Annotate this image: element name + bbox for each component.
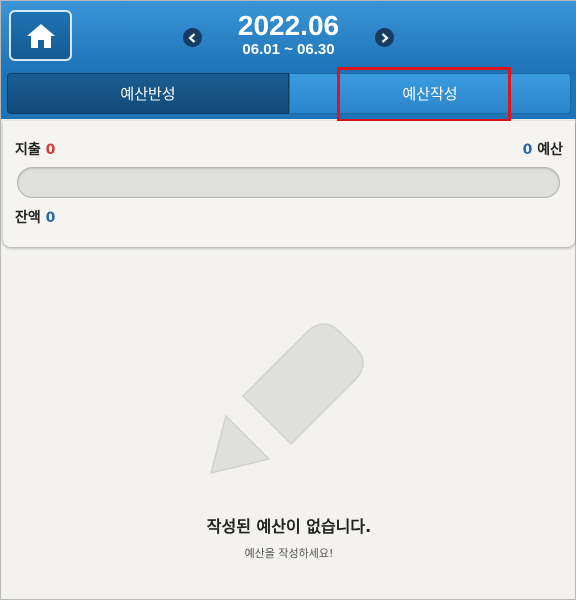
budget-row: 0 예산 (523, 139, 563, 159)
empty-state-title: 작성된 예산이 없습니다. (206, 517, 372, 536)
budget-label: 예산 (537, 142, 563, 158)
period-display: 2022.06 06.01 ~ 06.30 (206, 11, 371, 59)
home-icon (26, 23, 55, 48)
tab-budget-review[interactable]: 예산반성 (7, 73, 289, 114)
balance-row: 잔액 0 (15, 207, 55, 227)
pencil-icon (209, 323, 364, 475)
budget-summary-panel: 지출 0 0 예산 잔액 0 (3, 121, 575, 247)
balance-label: 잔액 (15, 210, 41, 226)
balance-value: 0 (45, 210, 56, 226)
prev-month-button[interactable] (183, 28, 202, 47)
spend-value: 0 (45, 142, 56, 158)
chevron-right-icon (381, 32, 389, 43)
spend-label: 지출 (15, 142, 41, 158)
next-month-button[interactable] (375, 28, 394, 47)
home-button[interactable] (9, 10, 72, 61)
budget-progress-bar (17, 167, 560, 198)
spend-row: 지출 0 (15, 139, 55, 159)
tab-budget-write[interactable]: 예산작성 (289, 73, 571, 114)
chevron-left-icon (188, 32, 196, 43)
month-label: 2022.06 (237, 10, 340, 41)
date-range: 06.01 ~ 06.30 (242, 41, 335, 58)
budget-value: 0 (522, 142, 533, 158)
tab-bar: 예산반성 예산작성 (1, 69, 576, 119)
top-bar: 2022.06 06.01 ~ 06.30 (1, 1, 576, 69)
empty-state-subtitle: 예산을 작성하세요! (244, 547, 334, 560)
